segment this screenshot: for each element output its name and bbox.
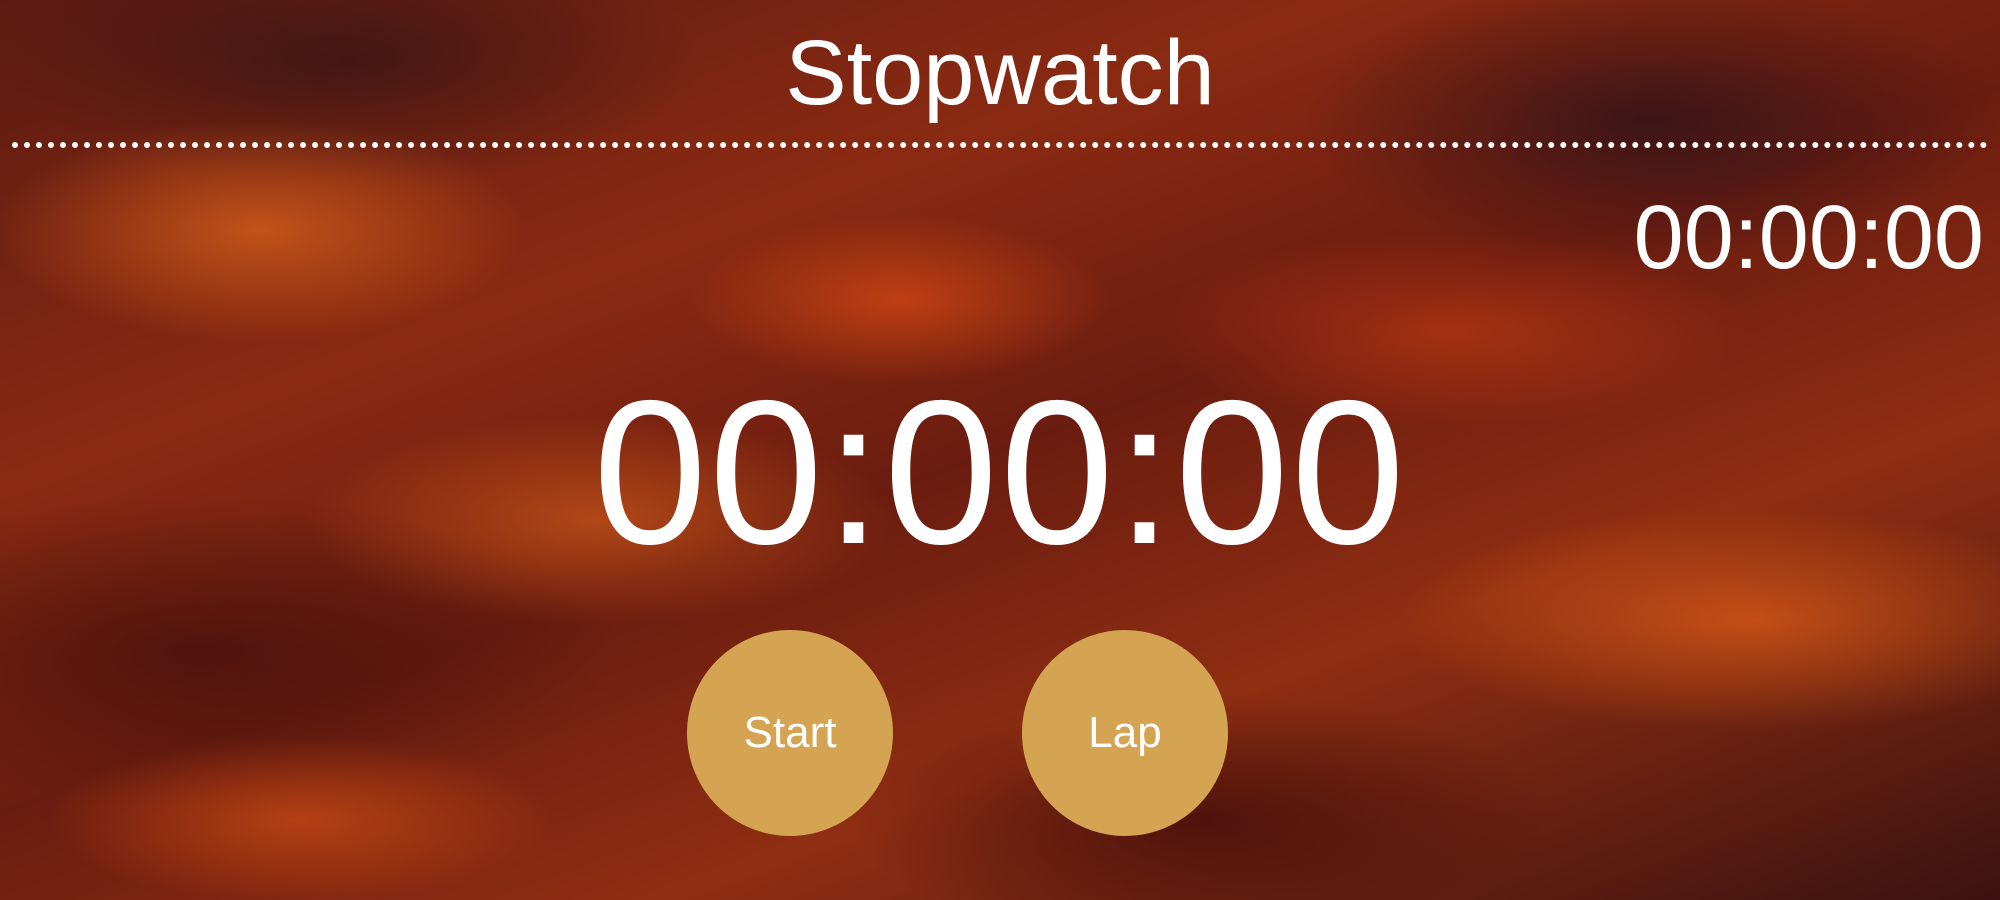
main-time-display: 00:00:00 [593, 358, 1407, 587]
page-title: Stopwatch [785, 22, 1215, 124]
lap-button[interactable]: Lap [1022, 630, 1228, 836]
lap-time-display: 00:00:00 [1633, 188, 1984, 288]
dotted-divider [12, 142, 1988, 148]
start-button[interactable]: Start [687, 630, 893, 836]
controls: Start Lap [0, 630, 2000, 836]
